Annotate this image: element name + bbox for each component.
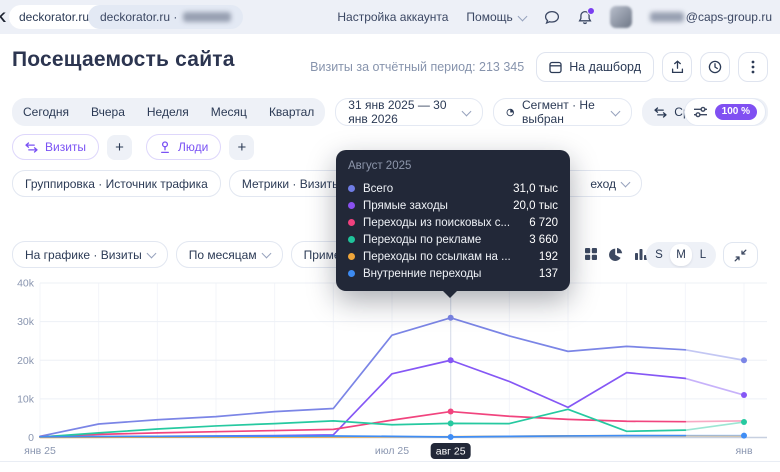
tooltip-series-value: 192 [538, 250, 558, 263]
tooltip-rows: Всего 31,0 тыс Прямые заходы 20,0 тыс Перехо… [348, 180, 558, 282]
svg-text:30k: 30k [17, 316, 35, 328]
svg-text:10k: 10k [17, 393, 35, 405]
tooltip-arrow [442, 290, 458, 298]
metrica-app: 0 10k 20k 30k 40k янв 25 июл 25 янв авг 25 K dec… [0, 0, 780, 472]
series-color-dot [348, 219, 355, 226]
tooltip-series-label: Всего [363, 182, 394, 195]
chart-tooltip: Август 2025 Всего 31,0 тыс Прямые заходы 20… [336, 150, 570, 298]
tooltip-row: Всего 31,0 тыс [348, 180, 558, 197]
series-color-dot [348, 236, 355, 243]
tooltip-title: Август 2025 [348, 160, 412, 172]
tooltip-series-label: Переходы из поисковых с... [363, 216, 511, 229]
attribution-label: еход [590, 176, 616, 191]
series-color-dot [348, 253, 355, 260]
tooltip-series-value: 137 [538, 267, 558, 280]
series-color-dot [348, 185, 355, 192]
svg-text:40k: 40k [17, 278, 35, 290]
tooltip-series-label: Прямые заходы [363, 199, 448, 212]
tooltip-series-label: Переходы по рекламе [363, 233, 482, 246]
tooltip-series-value: 6 720 [529, 216, 558, 229]
tooltip-row: Переходы из поисковых с... 6 720 [348, 214, 558, 231]
svg-text:июл 25: июл 25 [375, 445, 409, 457]
chevron-down-icon [620, 177, 631, 188]
svg-text:авг 25: авг 25 [436, 446, 466, 458]
svg-text:0: 0 [28, 432, 34, 444]
tooltip-series-label: Переходы по ссылкам на ... [363, 250, 511, 263]
tooltip-row: Переходы по рекламе 3 660 [348, 231, 558, 248]
tooltip-series-value: 3 660 [529, 233, 558, 246]
tooltip-row: Прямые заходы 20,0 тыс [348, 197, 558, 214]
series-color-dot [348, 270, 355, 277]
tooltip-series-value: 31,0 тыс [513, 182, 558, 195]
svg-text:янв 25: янв 25 [24, 445, 56, 457]
svg-text:янв: янв [735, 445, 752, 457]
tooltip-row: Переходы по ссылкам на ... 192 [348, 248, 558, 265]
tooltip-row: Внутренние переходы 137 [348, 265, 558, 282]
svg-text:20k: 20k [17, 355, 35, 367]
series-color-dot [348, 202, 355, 209]
tooltip-series-label: Внутренние переходы [363, 267, 482, 280]
tooltip-series-value: 20,0 тыс [513, 199, 558, 212]
